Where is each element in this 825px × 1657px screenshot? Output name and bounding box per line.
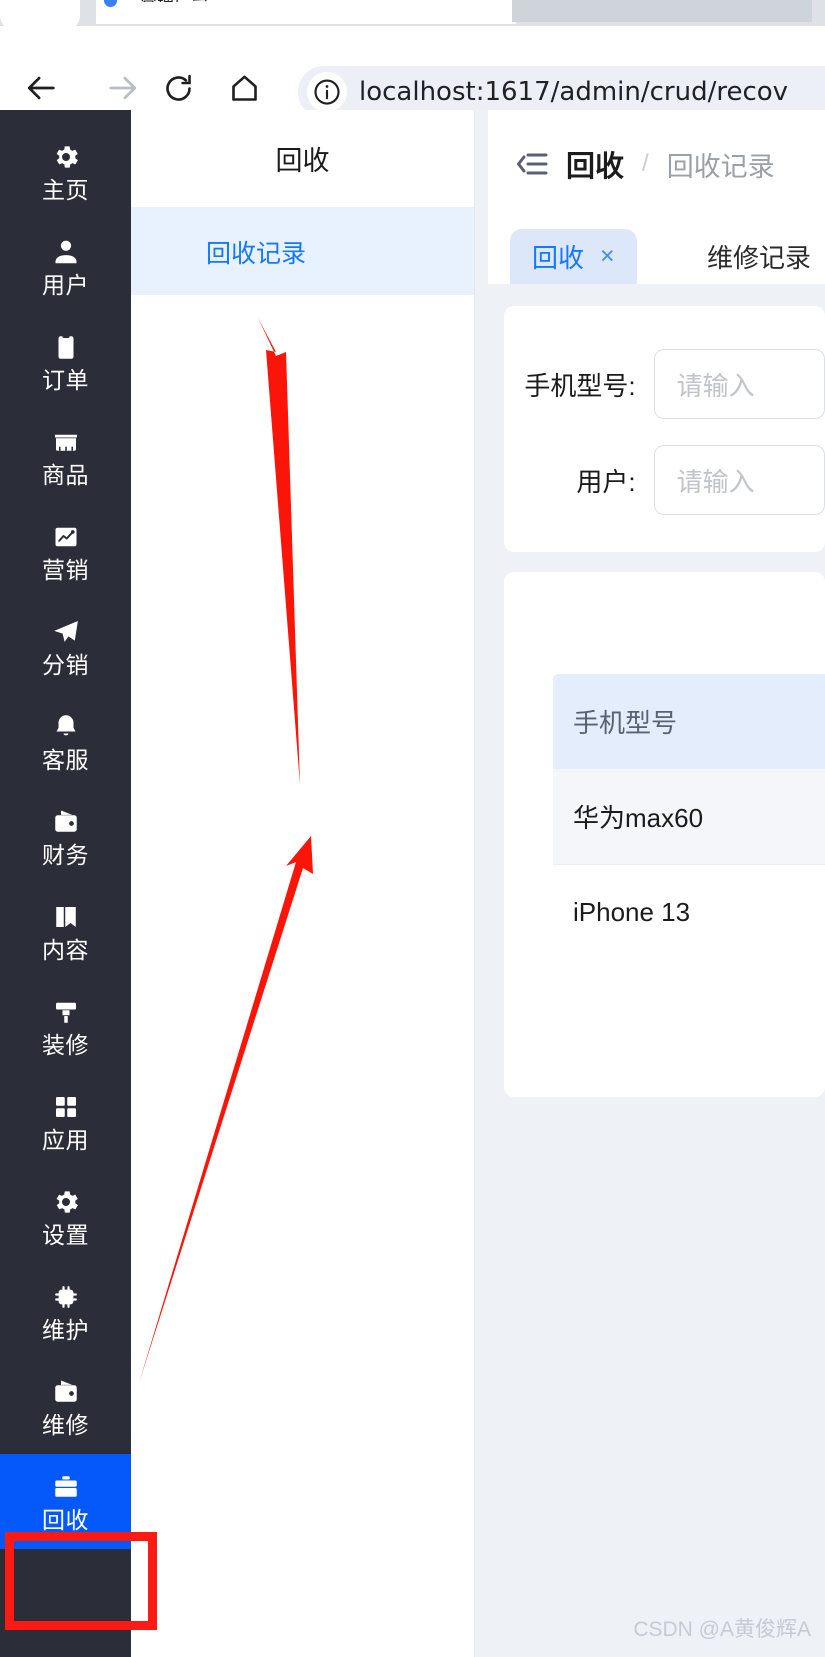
browser-tab-inactive[interactable] — [512, 0, 812, 22]
wallet-icon — [51, 807, 81, 837]
url-text: localhost:1617/admin/crud/recov — [359, 77, 789, 107]
browser-tab-active[interactable] — [96, 0, 516, 24]
gear-icon — [51, 142, 81, 172]
filter-row-user: 用户: 请输入 — [504, 440, 825, 520]
filter-label: 手机型号: — [524, 370, 636, 401]
sidebar-item-partial-top[interactable] — [0, 110, 131, 124]
brush-icon — [51, 997, 81, 1027]
annotation-highlight-box — [5, 1532, 157, 1630]
tab-recycle[interactable]: 回收 × — [510, 229, 637, 284]
sidebar-item-distribution[interactable]: 分销 — [0, 599, 131, 694]
sidebar-item-label: 维修 — [42, 1411, 89, 1438]
browser-toolbar: localhost:1617/admin/crud/recov — [0, 26, 825, 118]
menu-collapse-icon[interactable] — [516, 151, 548, 177]
reload-icon[interactable] — [156, 66, 200, 110]
submenu-column: 回收 回收记录 — [131, 110, 475, 1657]
content-scroll-area[interactable]: 手机型号: 请输入 用户: 请输入 手机型号 华为max60 iPhone 13 — [488, 284, 825, 1657]
sidebar-item-label: 财务 — [42, 841, 89, 868]
tab-label: 回收 — [532, 243, 585, 273]
sidebar-item-content[interactable]: 内容 — [0, 884, 131, 979]
watermark: CSDN @A黄俊辉A — [633, 1618, 811, 1641]
sidebar-item-home[interactable]: 主页 — [0, 124, 131, 219]
breadcrumb-sub: 回收记录 — [666, 151, 775, 182]
browser-tab-strip: 管理后台 — [0, 0, 825, 30]
sidebar-item-label: 客服 — [42, 746, 89, 773]
breadcrumb-current: 回收 — [566, 151, 625, 183]
clipboard-icon — [51, 332, 81, 362]
sidebar-item-user[interactable]: 用户 — [0, 219, 131, 314]
sidebar-item-label: 回收 — [42, 1506, 89, 1533]
gear-icon — [51, 1187, 81, 1217]
sidebar-item-label: 分销 — [42, 651, 89, 678]
sidebar-item-order[interactable]: 订单 — [0, 314, 131, 409]
tab-repair-record[interactable]: 维修记录 — [685, 229, 825, 284]
grid-icon — [51, 1092, 81, 1122]
sidebar-item-label: 内容 — [42, 936, 89, 963]
user-icon — [51, 237, 81, 267]
sidebar-item-maintenance[interactable]: 维护 — [0, 1264, 131, 1359]
paper-plane-icon — [51, 617, 81, 647]
records-table: 手机型号 华为max60 iPhone 13 — [553, 674, 825, 959]
submenu-item-label: 回收记录 — [206, 239, 307, 268]
breadcrumb-separator: / — [642, 150, 649, 177]
phone-model-input[interactable]: 请输入 — [653, 349, 825, 419]
main-header: 回收 / 回收记录 — [488, 110, 825, 218]
sidebar-item-apps[interactable]: 应用 — [0, 1074, 131, 1169]
bell-icon — [51, 712, 81, 742]
chart-icon — [51, 522, 81, 552]
screenshot-root: 管理后台 localhost:1617/admin/crud/recov — [0, 0, 825, 1657]
sidebar-item-settings[interactable]: 设置 — [0, 1169, 131, 1264]
sidebar-item-marketing[interactable]: 营销 — [0, 504, 131, 599]
submenu-title: 回收 — [131, 110, 474, 208]
tab-label: 维修记录 — [707, 243, 812, 273]
home-icon[interactable] — [222, 66, 266, 110]
sidebar-item-label: 主页 — [42, 176, 89, 203]
forward-icon — [100, 66, 144, 110]
sidebar-item-label: 订单 — [42, 366, 89, 393]
filter-label: 用户: — [576, 466, 636, 497]
app-page: 主页 用户 订单 商品 营销 分销 客服 财务 内容 装修 应用 设置 维护 维… — [0, 110, 825, 1657]
table-row[interactable]: 华为max60 — [553, 769, 825, 864]
info-circle-icon[interactable] — [307, 72, 347, 112]
wallet-icon — [51, 1377, 81, 1407]
sidebar-item-decoration[interactable]: 装修 — [0, 979, 131, 1074]
chip-icon — [51, 1282, 81, 1312]
table-row[interactable]: iPhone 13 — [553, 864, 825, 959]
close-icon[interactable]: × — [600, 242, 615, 271]
sidebar-item-service[interactable]: 客服 — [0, 694, 131, 789]
page-tab-bar: 回收 × 维修记录 — [488, 218, 825, 284]
sidebar-item-label: 装修 — [42, 1031, 89, 1058]
browser-tab-title: 管理后台 — [140, 0, 340, 2]
filter-row-phone-model: 手机型号: 请输入 — [504, 344, 825, 424]
filter-card: 手机型号: 请输入 用户: 请输入 — [504, 306, 825, 552]
sidebar-item-product[interactable]: 商品 — [0, 409, 131, 504]
sidebar-item-label: 商品 — [42, 461, 89, 488]
back-icon[interactable] — [20, 66, 64, 110]
user-input[interactable]: 请输入 — [653, 445, 825, 515]
sidebar-item-finance[interactable]: 财务 — [0, 789, 131, 884]
sidebar-item-label: 用户 — [42, 271, 89, 298]
book-icon — [51, 902, 81, 932]
main-content: 回收 / 回收记录 回收 × 维修记录 手机型号: 请输入 用户: 请输入 手机… — [475, 110, 825, 1657]
briefcase-icon — [51, 1472, 81, 1502]
submenu-item-recycle-record[interactable]: 回收记录 — [131, 208, 474, 295]
sidebar-item-label: 营销 — [42, 556, 89, 583]
shop-icon — [51, 427, 81, 457]
sidebar-item-label: 维护 — [42, 1316, 89, 1343]
table-header-cell-phone-model[interactable]: 手机型号 — [553, 674, 825, 769]
sidebar-item-label: 设置 — [42, 1221, 89, 1248]
sidebar-item-label: 应用 — [42, 1126, 89, 1153]
table-card: 手机型号 华为max60 iPhone 13 — [504, 572, 825, 1097]
main-sidebar: 主页 用户 订单 商品 营销 分销 客服 财务 内容 装修 应用 设置 维护 维… — [0, 110, 131, 1657]
sidebar-item-repair[interactable]: 维修 — [0, 1359, 131, 1454]
